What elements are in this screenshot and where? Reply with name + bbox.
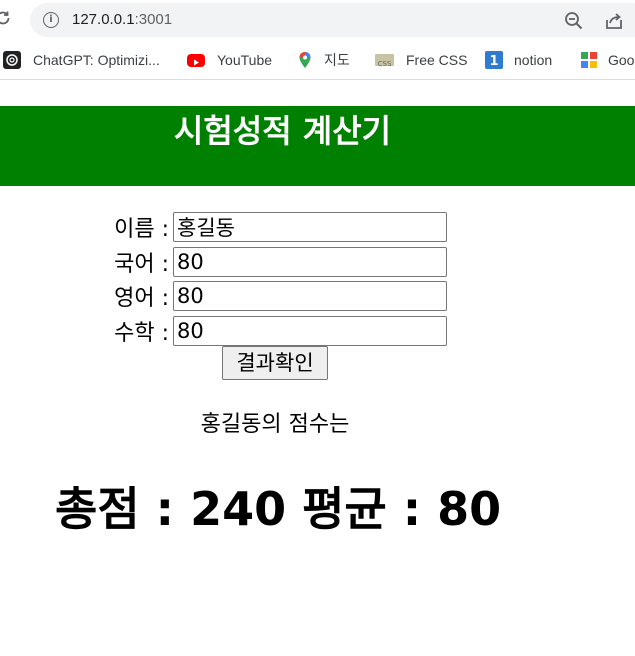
chatgpt-icon <box>3 51 21 69</box>
check-result-button[interactable]: 결과확인 <box>222 346 328 380</box>
name-row: 이름 : <box>104 212 447 242</box>
css-icon: CSS <box>375 54 394 68</box>
header-banner: 시험성적 계산기 <box>0 106 635 186</box>
youtube-icon <box>187 53 205 67</box>
zoom-out-icon[interactable] <box>564 11 584 31</box>
url-text[interactable]: 127.0.0.1:3001 <box>72 10 172 30</box>
name-label: 이름 : <box>114 217 169 242</box>
bookmark-label: Goo <box>608 52 635 68</box>
browser-toolbar: i 127.0.0.1:3001 <box>0 0 635 40</box>
english-row: 영어 : <box>104 281 447 311</box>
english-score-input[interactable] <box>173 281 447 311</box>
bookmarks-bar: ChatGPT: Optimizi... YouTube 지도 CSS Free… <box>0 40 635 80</box>
bookmark-maps[interactable]: 지도 <box>296 51 350 69</box>
bookmark-label: ChatGPT: Optimizi... <box>33 52 160 68</box>
maps-pin-icon <box>296 51 314 69</box>
reload-icon[interactable] <box>0 9 12 27</box>
url-port: :3001 <box>134 11 173 28</box>
address-bar[interactable]: i 127.0.0.1:3001 <box>30 3 635 37</box>
page-content: 시험성적 계산기 이름 : 국어 : 영어 : 수학 : 결과확인 홍길동의 점… <box>0 81 635 656</box>
math-row: 수학 : <box>104 316 447 346</box>
google-apps-icon <box>580 51 598 69</box>
bookmark-google[interactable]: Goo <box>580 51 634 69</box>
url-host: 127.0.0.1 <box>72 11 135 28</box>
share-icon[interactable] <box>604 11 624 31</box>
site-info-icon[interactable]: i <box>43 12 59 28</box>
score-summary: 총점 : 240 평균 : 80 <box>55 482 502 536</box>
english-label: 영어 : <box>114 286 169 311</box>
math-score-input[interactable] <box>173 316 447 346</box>
bookmark-label: Free CSS <box>406 52 468 68</box>
bookmark-notion[interactable]: 1 notion <box>485 51 552 69</box>
notion-icon: 1 <box>485 51 503 69</box>
korean-score-input[interactable] <box>173 247 447 277</box>
bookmark-label: 지도 <box>324 52 350 68</box>
name-input[interactable] <box>173 212 447 242</box>
korean-label: 국어 : <box>114 252 169 277</box>
svg-text:CSS: CSS <box>378 60 392 68</box>
bookmark-label: notion <box>514 52 553 68</box>
svg-text:1: 1 <box>489 54 498 69</box>
korean-row: 국어 : <box>104 247 447 277</box>
page-title: 시험성적 계산기 <box>173 112 392 150</box>
math-label: 수학 : <box>114 321 169 346</box>
bookmark-chatgpt[interactable]: ChatGPT: Optimizi... <box>3 51 160 69</box>
bookmark-free-css[interactable]: CSS Free CSS <box>375 51 467 69</box>
bookmark-youtube[interactable]: YouTube <box>187 51 272 69</box>
bookmark-label: YouTube <box>217 52 273 68</box>
result-intro: 홍길동의 점수는 <box>200 412 350 437</box>
